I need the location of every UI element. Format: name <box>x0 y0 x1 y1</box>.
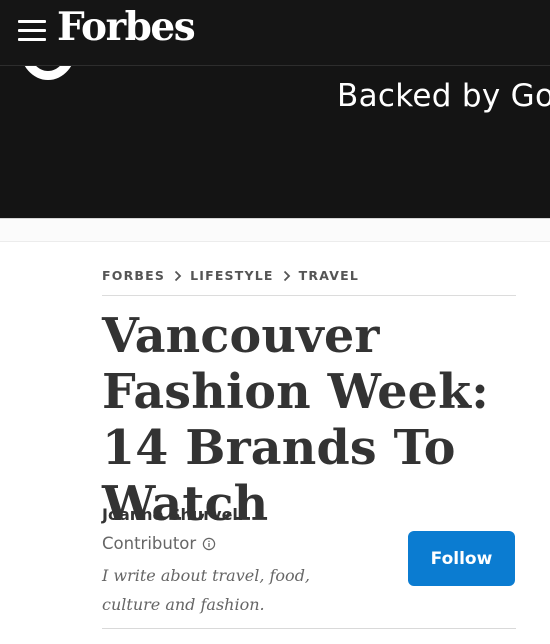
breadcrumb-travel[interactable]: TRAVEL <box>299 268 359 283</box>
ad-banner-footer <box>0 218 550 242</box>
chevron-right-icon <box>283 270 290 281</box>
author-role-label: Contributor <box>102 534 197 553</box>
article-headline: Vancouver Fashion Week: 14 Brands To Wat… <box>102 308 489 532</box>
author-bio: I write about travel, food, culture and … <box>102 566 311 614</box>
top-nav-bar: Forbes <box>0 0 550 66</box>
ad-tagline: Backed by Go <box>337 78 550 114</box>
chevron-right-icon <box>174 270 182 281</box>
divider <box>102 295 516 296</box>
author-name[interactable]: Joanne Shurvell <box>102 505 243 524</box>
author-role: Contributor <box>102 534 216 553</box>
breadcrumb-lifestyle[interactable]: LIFESTYLE <box>190 268 274 283</box>
info-circle-icon[interactable] <box>202 537 216 551</box>
forbes-logo[interactable]: Forbes <box>57 4 196 50</box>
breadcrumb: FORBES LIFESTYLE TRAVEL <box>102 268 359 283</box>
breadcrumb-forbes[interactable]: FORBES <box>102 268 165 283</box>
follow-button[interactable]: Follow <box>408 531 515 586</box>
divider <box>102 628 516 629</box>
hamburger-menu-icon[interactable] <box>18 19 46 43</box>
